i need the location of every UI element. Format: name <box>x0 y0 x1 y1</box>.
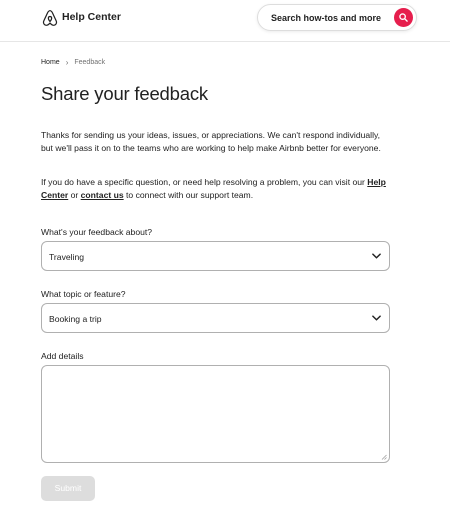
search-bar[interactable]: Search how-tos and more <box>257 4 417 31</box>
search-label[interactable]: Search how-tos and more <box>271 13 381 23</box>
breadcrumb-current: Feedback <box>74 59 106 66</box>
page-title: Share your feedback <box>41 83 208 104</box>
chevron-right-icon: › <box>65 58 69 67</box>
support-text-or: or <box>68 190 81 200</box>
support-paragraph: If you do have a specific question, or n… <box>41 176 393 202</box>
breadcrumb-home[interactable]: Home <box>41 59 60 66</box>
search-icon <box>399 13 408 22</box>
topic-value: Booking a trip <box>49 314 102 324</box>
chevron-down-icon <box>372 315 381 321</box>
intro-paragraph: Thanks for sending us your ideas, issues… <box>41 130 381 153</box>
chevron-down-icon <box>372 253 381 259</box>
submit-button[interactable]: Submit <box>41 476 95 501</box>
details-textarea[interactable] <box>41 365 390 463</box>
airbnb-logo-icon[interactable] <box>41 8 59 28</box>
support-text-suffix: to connect with our support team. <box>123 190 254 200</box>
feedback-about-value: Traveling <box>49 252 85 262</box>
help-center-brand[interactable]: Help Center <box>62 11 121 23</box>
feedback-about-select[interactable]: Traveling <box>41 241 390 271</box>
search-button[interactable] <box>394 8 413 27</box>
breadcrumb: Home › Feedback <box>41 58 105 67</box>
contact-us-link[interactable]: contact us <box>81 190 124 200</box>
topic-select[interactable]: Booking a trip <box>41 303 390 333</box>
details-label: Add details <box>41 351 84 361</box>
resize-handle-icon[interactable] <box>381 454 387 460</box>
topic-label: What topic or feature? <box>41 289 126 299</box>
site-header: Help Center Search how-tos and more <box>0 0 450 42</box>
feedback-about-label: What's your feedback about? <box>41 227 153 237</box>
support-text-prefix: If you do have a specific question, or n… <box>41 177 368 187</box>
